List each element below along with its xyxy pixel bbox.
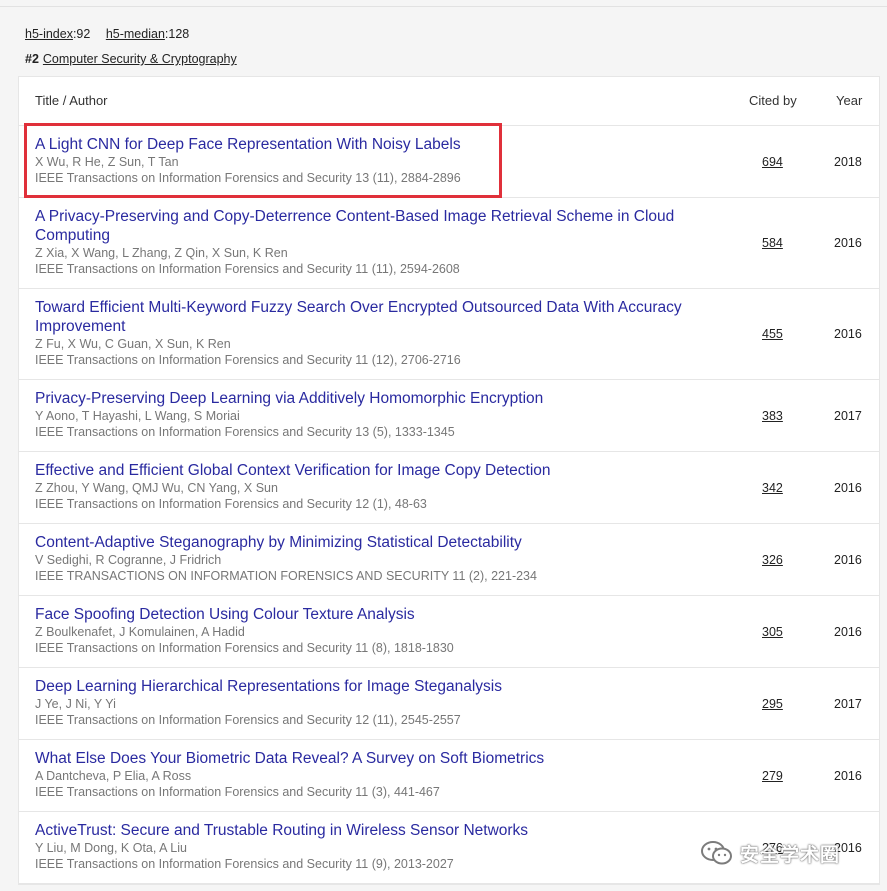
publication-venue: IEEE Transactions on Information Forensi… <box>35 353 461 367</box>
publication-year: 2018 <box>834 154 862 169</box>
publication-year: 2017 <box>834 696 862 711</box>
header-year[interactable]: Year <box>836 93 862 108</box>
h5-index-metric: h5-index:92 <box>25 27 90 41</box>
h5-index-value: :92 <box>72 27 91 41</box>
cited-by-count-link[interactable]: 295 <box>762 697 783 711</box>
publication-title-link[interactable]: Privacy-Preserving Deep Learning via Add… <box>35 389 715 408</box>
publication-venue: IEEE Transactions on Information Forensi… <box>35 262 460 276</box>
publication-info: Deep Learning Hierarchical Representatio… <box>35 677 715 728</box>
publication-authors: J Ye, J Ni, Y Yi <box>35 697 116 711</box>
cited-by-count-link[interactable]: 342 <box>762 481 783 495</box>
h5-median-value: :128 <box>164 27 190 41</box>
publication-year: 2016 <box>834 480 862 495</box>
table-row: Privacy-Preserving Deep Learning via Add… <box>19 380 879 452</box>
publication-title-link[interactable]: A Light CNN for Deep Face Representation… <box>35 135 715 154</box>
publication-venue: IEEE Transactions on Information Forensi… <box>35 713 461 727</box>
publication-authors: Z Xia, X Wang, L Zhang, Z Qin, X Sun, K … <box>35 246 288 260</box>
table-row: A Privacy-Preserving and Copy-Deterrence… <box>19 198 879 289</box>
publication-year: 2016 <box>834 327 862 341</box>
publication-venue: IEEE Transactions on Information Forensi… <box>35 497 427 511</box>
table-row: Effective and Efficient Global Context V… <box>19 452 879 524</box>
publication-year: 2016 <box>834 624 862 639</box>
table-header: Title / Author Cited by Year <box>19 77 879 126</box>
publication-venue: IEEE TRANSACTIONS ON INFORMATION FORENSI… <box>35 569 537 583</box>
h5-median-link[interactable]: h5-median <box>106 27 165 41</box>
publication-info: A Light CNN for Deep Face Representation… <box>35 135 715 186</box>
publication-authors: X Wu, R He, Z Sun, T Tan <box>35 155 179 169</box>
publication-year: 2016 <box>834 840 862 855</box>
table-row: What Else Does Your Biometric Data Revea… <box>19 740 879 812</box>
publication-year: 2016 <box>834 236 862 250</box>
publication-venue: IEEE Transactions on Information Forensi… <box>35 785 440 799</box>
publication-title-link[interactable]: Deep Learning Hierarchical Representatio… <box>35 677 715 696</box>
table-row: A Light CNN for Deep Face Representation… <box>19 126 879 198</box>
table-row: Content-Adaptive Steganography by Minimi… <box>19 524 879 596</box>
top-divider <box>0 6 887 7</box>
table-row: ActiveTrust: Secure and Trustable Routin… <box>19 812 879 884</box>
publication-authors: Z Fu, X Wu, C Guan, X Sun, K Ren <box>35 337 231 351</box>
publication-venue: IEEE Transactions on Information Forensi… <box>35 425 455 439</box>
cited-by-count-link[interactable]: 279 <box>762 769 783 783</box>
h5-median-metric: h5-median:128 <box>106 27 189 41</box>
header-title-author: Title / Author <box>35 93 108 108</box>
cited-by-count-link[interactable]: 326 <box>762 553 783 567</box>
publication-year: 2016 <box>834 552 862 567</box>
cited-by-count-link[interactable]: 584 <box>762 236 783 250</box>
publication-year: 2017 <box>834 408 862 423</box>
publication-info: Face Spoofing Detection Using Colour Tex… <box>35 605 715 656</box>
publications-table: Title / Author Cited by Year A Light CNN… <box>18 76 880 885</box>
scholar-metrics-page: h5-index:92 h5-median:128 #2 Computer Sec… <box>0 0 887 891</box>
cited-by-count-link[interactable]: 305 <box>762 625 783 639</box>
table-row: Deep Learning Hierarchical Representatio… <box>19 668 879 740</box>
publication-info: Privacy-Preserving Deep Learning via Add… <box>35 389 715 440</box>
publication-info: A Privacy-Preserving and Copy-Deterrence… <box>35 207 715 277</box>
publication-title-link[interactable]: What Else Does Your Biometric Data Revea… <box>35 749 715 768</box>
category-link[interactable]: Computer Security & Cryptography <box>43 52 237 66</box>
header-cited-by[interactable]: Cited by <box>749 93 797 108</box>
venue-metrics: h5-index:92 h5-median:128 <box>25 27 201 41</box>
publication-info: Effective and Efficient Global Context V… <box>35 461 715 512</box>
publication-year: 2016 <box>834 768 862 783</box>
publication-info: Content-Adaptive Steganography by Minimi… <box>35 533 715 584</box>
publication-title-link[interactable]: Toward Efficient Multi-Keyword Fuzzy Sea… <box>35 298 715 336</box>
publication-info: What Else Does Your Biometric Data Revea… <box>35 749 715 800</box>
category-ranking: #2 Computer Security & Cryptography <box>25 52 237 66</box>
publication-authors: Y Aono, T Hayashi, L Wang, S Moriai <box>35 409 240 423</box>
publication-authors: V Sedighi, R Cogranne, J Fridrich <box>35 553 222 567</box>
publication-title-link[interactable]: Face Spoofing Detection Using Colour Tex… <box>35 605 715 624</box>
publication-title-link[interactable]: Effective and Efficient Global Context V… <box>35 461 715 480</box>
publication-authors: A Dantcheva, P Elia, A Ross <box>35 769 192 783</box>
publication-authors: Z Boulkenafet, J Komulainen, A Hadid <box>35 625 245 639</box>
cited-by-count-link[interactable]: 383 <box>762 409 783 423</box>
cited-by-count-link[interactable]: 694 <box>762 155 783 169</box>
publication-title-link[interactable]: A Privacy-Preserving and Copy-Deterrence… <box>35 207 715 245</box>
publication-authors: Y Liu, M Dong, K Ota, A Liu <box>35 841 187 855</box>
table-row: Face Spoofing Detection Using Colour Tex… <box>19 596 879 668</box>
cited-by-count-link[interactable]: 455 <box>762 327 783 341</box>
publication-venue: IEEE Transactions on Information Forensi… <box>35 171 461 185</box>
publication-title-link[interactable]: Content-Adaptive Steganography by Minimi… <box>35 533 715 552</box>
cited-by-count-link[interactable]: 276 <box>762 841 783 855</box>
publication-info: ActiveTrust: Secure and Trustable Routin… <box>35 821 715 872</box>
category-rank: #2 <box>25 52 39 66</box>
publication-venue: IEEE Transactions on Information Forensi… <box>35 641 454 655</box>
publication-info: Toward Efficient Multi-Keyword Fuzzy Sea… <box>35 298 715 368</box>
publication-authors: Z Zhou, Y Wang, QMJ Wu, CN Yang, X Sun <box>35 481 278 495</box>
h5-index-link[interactable]: h5-index <box>25 27 73 41</box>
publication-venue: IEEE Transactions on Information Forensi… <box>35 857 454 871</box>
table-row: Toward Efficient Multi-Keyword Fuzzy Sea… <box>19 289 879 380</box>
publication-title-link[interactable]: ActiveTrust: Secure and Trustable Routin… <box>35 821 715 840</box>
